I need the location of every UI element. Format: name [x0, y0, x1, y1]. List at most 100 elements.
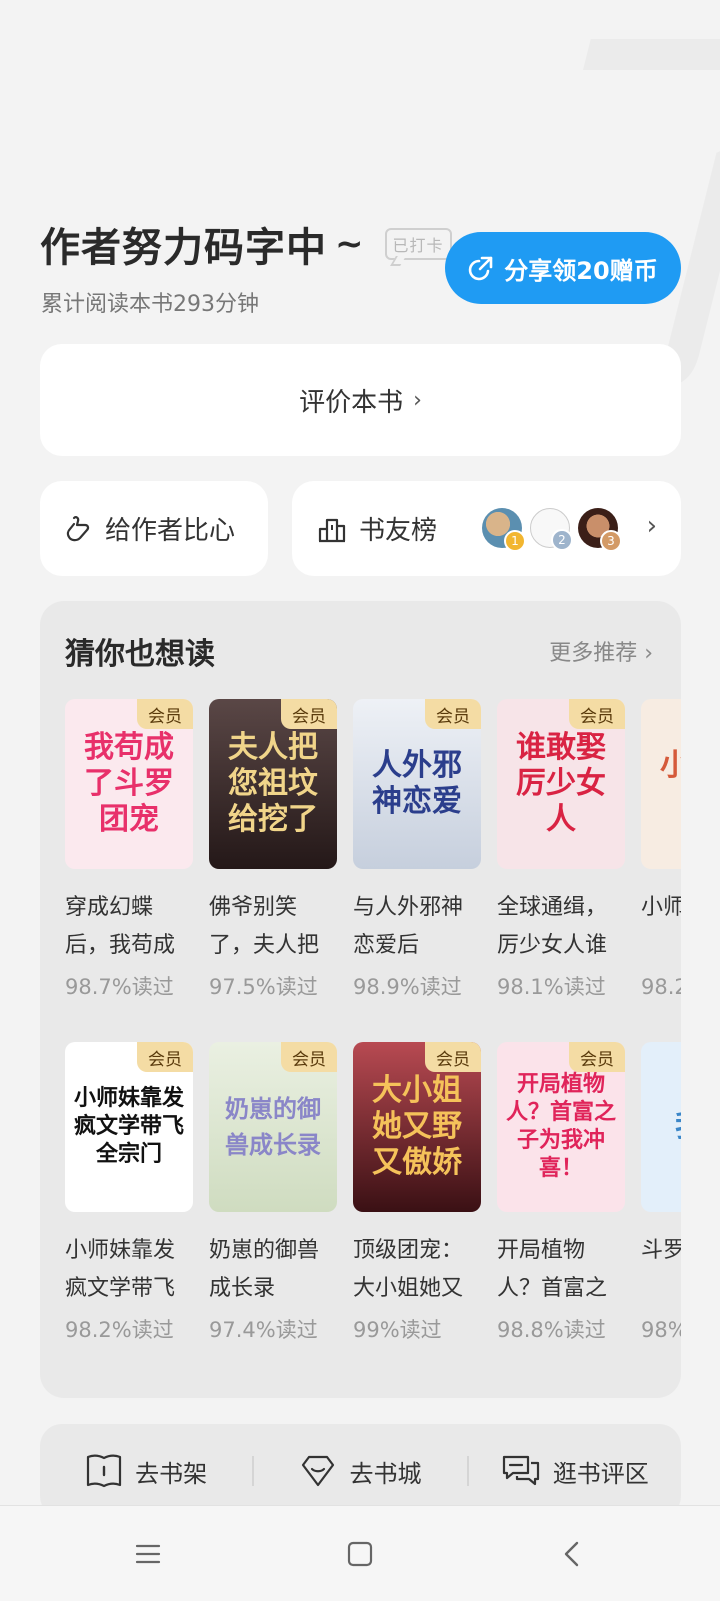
- book-card[interactable]: 大小姐她又野又傲娇 会员 顶级团宠：大小姐她又 99%读过: [353, 1042, 481, 1344]
- read-percent: 98%读过: [641, 1318, 681, 1342]
- page-title: 作者努力码字中 ~ 已打卡: [40, 215, 452, 273]
- avatar: 3: [578, 508, 622, 552]
- go-bookshelf-button[interactable]: 去书架: [40, 1453, 252, 1489]
- back-icon: [564, 1541, 579, 1566]
- chevron-right-icon: ›: [413, 387, 422, 413]
- bottom-action-bar: 去书架 去书城 逛书评区: [40, 1424, 681, 1518]
- book-title: 奶崽的御兽成长录: [209, 1238, 320, 1301]
- rank-badge-3: 3: [600, 530, 622, 552]
- go-review-label: 逛书评区: [552, 1459, 649, 1488]
- book-card[interactable]: 开局植物人？首富之子为我冲喜！ 会员 开局植物人？首富之 98.8%读过: [497, 1042, 625, 1344]
- vip-badge: 会员: [425, 699, 481, 729]
- vip-badge: 会员: [569, 1042, 625, 1072]
- cover-text: 大小姐她又野又傲娇: [372, 1073, 462, 1180]
- vip-badge: 会员: [569, 699, 625, 729]
- title-text: 作者努力码字中: [40, 225, 327, 271]
- read-percent: 99%读过: [353, 1318, 442, 1342]
- book-title: 与人外邪神恋爱后: [353, 895, 464, 958]
- vip-badge: 会员: [281, 699, 337, 729]
- cover-text: 我苟成了斗罗团宠: [84, 730, 174, 837]
- read-percent: 98.9%读过: [353, 975, 462, 999]
- book-card[interactable]: 我人 斗罗装乖 98%读过: [641, 1042, 681, 1344]
- go-review-button[interactable]: 逛书评区: [469, 1453, 681, 1489]
- share-icon: [469, 256, 493, 281]
- book-card[interactable]: 人外邪神恋爱 会员 与人外邪神恋爱后 98.9%读过: [353, 699, 481, 1001]
- book-cover: 我苟成了斗罗团宠 会员: [65, 699, 193, 869]
- rank-badge-1: 1: [504, 530, 526, 552]
- recommend-title: 猜你也想读: [65, 637, 215, 672]
- avatar: 1: [482, 508, 526, 552]
- reader-rank-label: 书友榜: [359, 516, 438, 546]
- cover-text: 我人: [669, 1109, 681, 1145]
- heart-hand-icon: [66, 515, 90, 541]
- share-button[interactable]: 分享领20赠币: [445, 232, 681, 304]
- checkin-stamp: 已打卡: [384, 228, 452, 260]
- reader-rank-button[interactable]: 书友榜 1 2 3 ›: [292, 481, 681, 576]
- rate-book-button[interactable]: 评价本书 ›: [40, 344, 681, 456]
- recommend-section: 猜你也想读 更多推荐 › 我苟成了斗罗团宠 会员 穿成幻蝶后，我苟成 98.7%…: [40, 601, 681, 1398]
- book-title: 小师妹哭了: [641, 895, 681, 920]
- book-card[interactable]: 小师妹靠发疯文学带飞全宗门 会员 小师妹靠发疯文学带飞 98.2%读过: [65, 1042, 193, 1344]
- cover-text: 小师妹靠发疯文学带飞全宗门: [73, 1086, 184, 1167]
- book-row-1: 我苟成了斗罗团宠 会员 穿成幻蝶后，我苟成 98.7%读过 夫人把您祖坟给挖了 …: [65, 699, 681, 1001]
- go-bookshelf-label: 去书架: [135, 1459, 208, 1488]
- comment-bubbles-icon: [502, 1455, 539, 1486]
- rank-badge-2: 2: [551, 529, 573, 551]
- read-percent: 98.8%读过: [497, 1318, 606, 1342]
- book-cover: 谁敢娶厉少女人 会员: [497, 699, 625, 869]
- book-title: 穿成幻蝶后，我苟成: [65, 895, 176, 958]
- book-cover: 大小姐她又野又傲娇 会员: [353, 1042, 481, 1212]
- menu-icon: [135, 1544, 161, 1563]
- book-title: 佛爷别笑了，夫人把: [209, 895, 320, 958]
- book-title: 斗罗装乖: [641, 1238, 681, 1263]
- back-nav-button[interactable]: [542, 1540, 602, 1568]
- read-percent: 98.2%读过: [65, 1318, 174, 1342]
- book-cover: 人外邪神恋爱 会员: [353, 699, 481, 869]
- avatar: 2: [530, 508, 573, 551]
- book-cover: 小师妹她: [641, 699, 681, 869]
- book-title: 小师妹靠发疯文学带飞: [65, 1238, 176, 1301]
- author-heart-button[interactable]: 给作者比心: [40, 481, 268, 576]
- book-title: 全球通缉，厉少女人谁: [497, 895, 608, 958]
- book-card[interactable]: 我苟成了斗罗团宠 会员 穿成幻蝶后，我苟成 98.7%读过: [65, 699, 193, 1001]
- menu-nav-button[interactable]: [118, 1542, 178, 1566]
- rank-avatars: 1 2 3: [482, 508, 626, 552]
- rate-book-label: 评价本书: [299, 387, 404, 418]
- book-card[interactable]: 小师妹她 小师妹哭了 98.2%读过: [641, 699, 681, 1001]
- vip-badge: 会员: [137, 699, 193, 729]
- share-button-label: 分享领20赠币: [504, 256, 658, 285]
- book-cover: 夫人把您祖坟给挖了 会员: [209, 699, 337, 869]
- book-card[interactable]: 谁敢娶厉少女人 会员 全球通缉，厉少女人谁 98.1%读过: [497, 699, 625, 1001]
- read-percent: 97.5%读过: [209, 975, 318, 999]
- bookstore-icon: [302, 1455, 335, 1487]
- book-cover: 我人: [641, 1042, 681, 1212]
- cover-text: 小师妹她: [660, 748, 681, 783]
- cover-text: 开局植物人？首富之子为我冲喜！: [505, 1072, 616, 1181]
- go-bookstore-button[interactable]: 去书城: [254, 1453, 466, 1489]
- read-percent: 98.1%读过: [497, 975, 606, 999]
- read-percent: 97.4%读过: [209, 1318, 318, 1342]
- vip-badge: 会员: [425, 1042, 481, 1072]
- home-nav-button[interactable]: [330, 1541, 390, 1567]
- book-row-2: 小师妹靠发疯文学带飞全宗门 会员 小师妹靠发疯文学带飞 98.2%读过 奶崽的御…: [65, 1042, 681, 1344]
- book-title: 开局植物人？首富之: [497, 1238, 608, 1301]
- vip-badge: 会员: [137, 1042, 193, 1072]
- reading-time: 累计阅读本书293分钟: [41, 292, 259, 317]
- chevron-right-icon: ›: [646, 511, 657, 541]
- cover-text: 人外邪神恋爱: [372, 748, 462, 819]
- book-card[interactable]: 夫人把您祖坟给挖了 会员 佛爷别笑了，夫人把 97.5%读过: [209, 699, 337, 1001]
- home-square-icon: [347, 1541, 373, 1566]
- title-tilde: ~: [335, 224, 365, 264]
- cover-text: 谁敢娶厉少女人: [516, 730, 606, 837]
- book-card[interactable]: 奶崽的御兽成长录 会员 奶崽的御兽成长录 97.4%读过: [209, 1042, 337, 1344]
- more-recommend-link[interactable]: 更多推荐 ›: [549, 635, 653, 667]
- trophy-rank-icon: [318, 518, 346, 542]
- read-percent: 98.7%读过: [65, 975, 174, 999]
- book-cover: 小师妹靠发疯文学带飞全宗门 会员: [65, 1042, 193, 1212]
- cover-text: 夫人把您祖坟给挖了: [228, 730, 318, 837]
- go-bookstore-label: 去书城: [349, 1459, 422, 1488]
- bookshelf-icon: [87, 1454, 122, 1488]
- book-title: 顶级团宠：大小姐她又: [353, 1238, 464, 1301]
- author-heart-label: 给作者比心: [105, 516, 236, 546]
- read-percent: 98.2%读过: [641, 975, 681, 999]
